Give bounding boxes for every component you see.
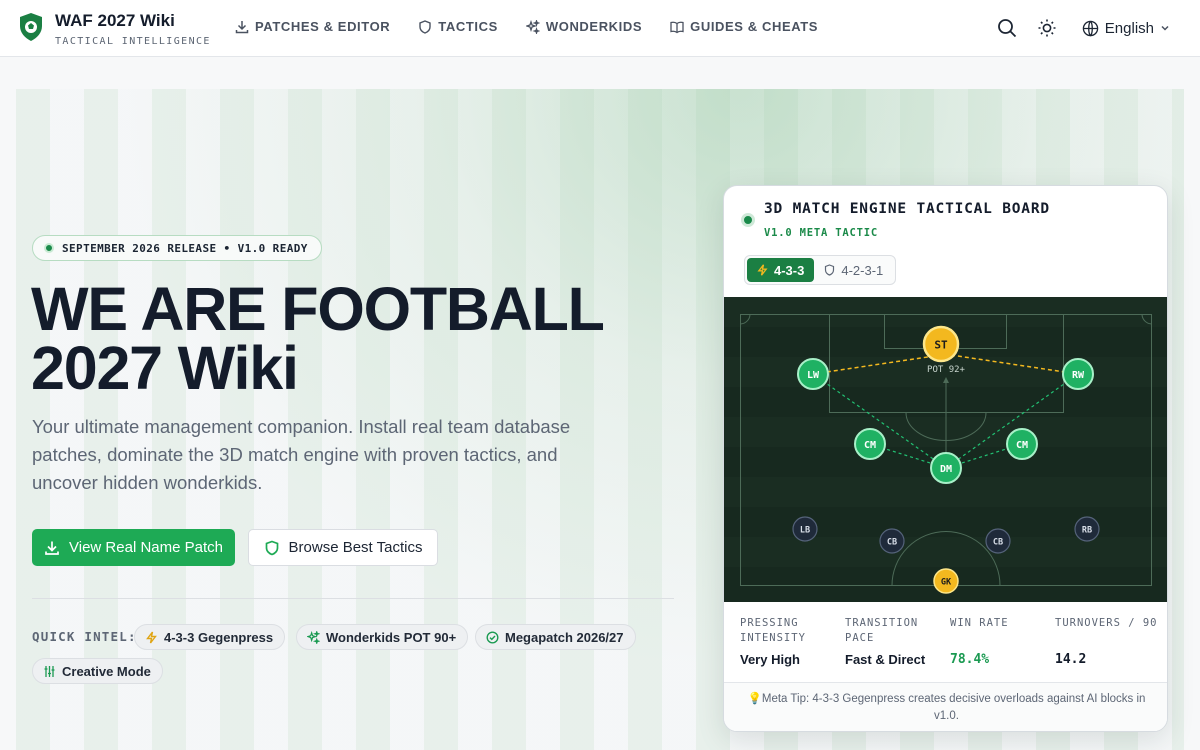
brand[interactable]: WAF 2027 Wiki TACTICAL INTELLIGENCE	[18, 12, 211, 47]
shield-icon	[419, 19, 431, 34]
card-title: 3D MATCH ENGINE TACTICAL BOARD	[764, 201, 1050, 217]
view-patch-button[interactable]: View Real Name Patch	[32, 529, 235, 566]
browse-tactics-button[interactable]: Browse Best Tactics	[248, 529, 438, 566]
shield-icon	[265, 540, 278, 555]
tactical-pitch: ST POT 92+ LW RW CM CM DM LB CB CB RB GK	[724, 297, 1167, 602]
shield-icon	[825, 264, 835, 276]
nav-links: PATCHES & EDITOR TACTICS WONDERKIDS GUID…	[235, 19, 846, 34]
sun-icon	[1038, 19, 1056, 37]
top-navbar: WAF 2027 Wiki TACTICAL INTELLIGENCE PATC…	[0, 0, 1200, 57]
player-lw-label: LW	[807, 370, 820, 381]
stat-value: 14.2	[1055, 652, 1087, 667]
stat-value: 78.4%	[950, 652, 990, 667]
stat-value: Fast & Direct	[845, 652, 926, 667]
status-dot	[44, 243, 54, 253]
nav-link-patches[interactable]: PATCHES & EDITOR	[235, 19, 390, 34]
nav-link-guides[interactable]: GUIDES & CHEATS	[670, 19, 818, 34]
nav-link-label: TACTICS	[438, 19, 498, 34]
stat-transition: TRANSITION PACE Fast & Direct	[845, 616, 950, 667]
stat-label: TURNOVERS / 90	[1055, 617, 1158, 629]
chevron-down-icon	[1161, 25, 1169, 31]
stat-win-rate: WIN RATE 78.4%	[950, 616, 1055, 667]
sparkles-icon	[525, 19, 540, 34]
download-icon	[235, 20, 249, 33]
nav-link-wonderkids[interactable]: WONDERKIDS	[525, 19, 643, 34]
view-patch-button-label: View Real Name Patch	[69, 539, 223, 556]
player-dm-label: DM	[940, 464, 952, 475]
player-cm-left-label: CM	[864, 440, 876, 451]
player-rb-label: RB	[1082, 526, 1092, 536]
formation-tabs: 4-3-3 4-2-3-1	[744, 255, 897, 285]
chip-megapatch[interactable]: Megapatch 2026/27	[475, 624, 636, 650]
book-icon	[670, 21, 684, 33]
shield-logo-icon	[20, 13, 42, 41]
tab-label: 4-2-3-1	[841, 262, 884, 278]
player-st-caption: POT 92+	[927, 365, 966, 375]
release-badge-label: SEPTEMBER 2026 RELEASE • V1.0 READY	[62, 241, 308, 255]
nav-link-label: GUIDES & CHEATS	[690, 19, 819, 34]
chip-label: Megapatch 2026/27	[505, 629, 624, 645]
hero-title: WE ARE FOOTBALL 2027 Wiki	[31, 275, 605, 402]
chip-label: 4-3-3 Gegenpress	[164, 629, 274, 645]
player-cm-right-label: CM	[1016, 440, 1028, 451]
search-icon	[997, 19, 1016, 38]
sparkles-icon	[307, 630, 320, 644]
download-icon	[45, 541, 59, 555]
globe-icon	[1082, 20, 1099, 37]
quick-intel-label: QUICK INTEL:	[32, 629, 137, 644]
chip-wonderkids[interactable]: Wonderkids POT 90+	[296, 624, 469, 650]
live-indicator-dot	[741, 213, 755, 227]
tab-label: 4-3-3	[774, 262, 805, 278]
player-cb-left-label: CB	[887, 538, 897, 548]
player-lb-label: LB	[800, 526, 810, 536]
stat-label: PRESSING INTENSITY	[740, 617, 806, 644]
stat-label: WIN RATE	[950, 617, 1009, 629]
hero-title-line2: 2027 Wiki	[31, 334, 299, 402]
tactical-board-card: 3D MATCH ENGINE TACTICAL BOARD V1.0 META…	[723, 185, 1168, 732]
player-cb-right-label: CB	[993, 538, 1003, 548]
divider	[32, 598, 674, 599]
nav-link-label: PATCHES & EDITOR	[255, 19, 391, 34]
player-rw-label: RW	[1072, 370, 1085, 381]
stat-label: TRANSITION PACE	[845, 617, 919, 644]
nav-link-tactics[interactable]: TACTICS	[418, 19, 498, 34]
tab-4-3-3[interactable]: 4-3-3	[747, 258, 815, 282]
meta-tip: 💡Meta Tip: 4-3-3 Gegenpress creates deci…	[747, 693, 1146, 722]
brand-title: WAF 2027 Wiki	[55, 11, 175, 30]
stat-pressing: PRESSING INTENSITY Very High	[740, 616, 845, 667]
bolt-icon	[146, 631, 157, 643]
nav-actions: English	[996, 17, 1170, 39]
stat-turnovers: TURNOVERS / 90 14.2	[1055, 616, 1160, 667]
check-circle-icon	[486, 630, 499, 644]
player-st-label: ST	[934, 339, 948, 352]
tactic-stats: PRESSING INTENSITY Very High TRANSITION …	[740, 616, 1160, 667]
brand-subtitle: TACTICAL INTELLIGENCE	[55, 36, 211, 47]
language-selector[interactable]: English	[1082, 20, 1170, 37]
language-label: English	[1104, 19, 1154, 37]
chip-creative-mode[interactable]: Creative Mode	[32, 658, 163, 684]
nav-link-label: WONDERKIDS	[545, 19, 643, 34]
card-subtitle: V1.0 META TACTIC	[764, 227, 878, 239]
browse-tactics-button-label: Browse Best Tactics	[288, 539, 423, 556]
sliders-icon	[44, 665, 55, 677]
stat-value: Very High	[740, 652, 800, 667]
hero-lead: Your ultimate management companion. Inst…	[32, 416, 571, 493]
meta-tip-footer: 💡Meta Tip: 4-3-3 Gegenpress creates deci…	[724, 682, 1167, 731]
chip-gegenpress[interactable]: 4-3-3 Gegenpress	[134, 624, 286, 650]
chip-label: Wonderkids POT 90+	[326, 629, 457, 645]
hero-title-line1: WE ARE FOOTBALL	[31, 275, 605, 343]
release-badge: SEPTEMBER 2026 RELEASE • V1.0 READY	[32, 235, 322, 261]
search-button[interactable]	[996, 17, 1018, 39]
chip-label: Creative Mode	[62, 663, 151, 679]
theme-toggle-button[interactable]	[1036, 17, 1058, 39]
tab-4-2-3-1[interactable]: 4-2-3-1	[814, 258, 893, 282]
bolt-icon	[757, 264, 768, 276]
player-gk-label: GK	[941, 578, 952, 588]
